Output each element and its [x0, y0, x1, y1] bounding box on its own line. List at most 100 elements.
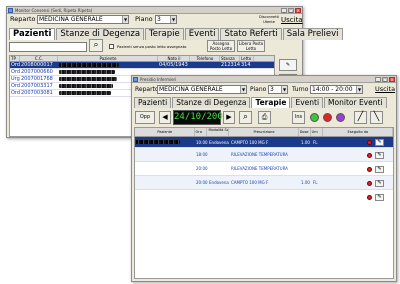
- piano-label: Piano: [250, 86, 267, 93]
- window-controls: _ □ ×: [375, 77, 395, 82]
- col-paziente: Paziente: [58, 56, 158, 61]
- chevron-down-icon: ▼: [170, 16, 176, 23]
- table-row[interactable]: Ord 2008000017 04/05/1943 212314 314: [10, 62, 274, 69]
- terapie-table: Paziente Ora Modalità Somministr. Prescr…: [134, 127, 394, 279]
- print-button[interactable]: ⎙: [258, 111, 271, 124]
- senza-letto-checkbox[interactable]: [109, 44, 114, 49]
- chevron-down-icon: ▼: [240, 86, 246, 93]
- table-row[interactable]: 18:00 RILEVAZIONE TEMPERATURA: [135, 148, 393, 162]
- tab-terapie[interactable]: Terapie: [251, 97, 291, 108]
- red-status-icon[interactable]: [367, 167, 372, 172]
- row-prescrizione: RILEVAZIONE TEMPERATURA: [231, 152, 288, 157]
- presidio-title: Presidio Infermieri: [140, 77, 177, 82]
- tab-stato-referti[interactable]: Stato Referti: [220, 28, 282, 40]
- row-dose: 1.00: [301, 180, 310, 185]
- piano-label: Piano: [135, 15, 153, 23]
- libera-letto-button[interactable]: Libera Posto Letto: [237, 40, 265, 52]
- table-row[interactable]: 20:00 Endovena CAMPTO 100 MG F 1.00 FL: [135, 176, 393, 190]
- row-cc: 2008000017: [21, 62, 53, 68]
- uscita-button[interactable]: Uscita: [375, 85, 395, 93]
- close-icon[interactable]: ×: [295, 8, 301, 13]
- piano-value: 3: [157, 16, 161, 23]
- disconnetti-button[interactable]: Disconnetti Utente: [257, 15, 281, 27]
- table-row[interactable]: 10:00 Endovena CAMPTO 100 MG F 1.00 FL: [135, 137, 393, 148]
- green-status-icon[interactable]: [310, 113, 319, 122]
- row-modalita: [208, 162, 230, 175]
- tab-pazienti[interactable]: Pazienti: [134, 97, 172, 108]
- search-input[interactable]: [9, 42, 87, 52]
- turno-label: Turno: [292, 86, 309, 93]
- maximize-icon[interactable]: □: [382, 77, 388, 82]
- monitor-title: Monitor Consensi (Sedi, Ripeta Ripeta): [15, 8, 93, 13]
- edit-row-button[interactable]: ✎: [375, 180, 384, 187]
- search-icon: ⌕: [242, 112, 249, 122]
- next-day-button[interactable]: ▶: [223, 111, 235, 124]
- pencil-edit-button[interactable]: ✎: [279, 59, 297, 71]
- reparto-value: MEDICINA GENERALE: [159, 86, 223, 93]
- patient-name-redacted: [59, 84, 113, 88]
- reparto-select[interactable]: MEDICINA GENERALE ▼: [37, 15, 129, 24]
- tab-eventi[interactable]: Eventi: [291, 97, 324, 108]
- tab-sala-prelievi[interactable]: Sala Prelievi: [282, 28, 343, 40]
- ins-button[interactable]: Ins: [292, 111, 305, 124]
- minimize-icon[interactable]: _: [375, 77, 381, 82]
- edit-row-button[interactable]: ✎: [375, 152, 384, 159]
- edit-row-button[interactable]: ✎: [375, 139, 384, 146]
- col-ora: Ora: [195, 128, 208, 136]
- search-button[interactable]: ⌕: [239, 111, 252, 124]
- opp-button[interactable]: Opp: [135, 111, 155, 124]
- red-status-icon[interactable]: [367, 181, 372, 186]
- tab-eventi[interactable]: Eventi: [184, 28, 220, 40]
- red-status-icon[interactable]: [367, 140, 372, 145]
- pencil-icon: ✎: [377, 152, 382, 158]
- reparto-select[interactable]: MEDICINA GENERALE ▼: [157, 85, 247, 94]
- uscita-button[interactable]: Uscita: [281, 16, 303, 24]
- row-ora: 20:00: [196, 166, 208, 171]
- printer-icon: ⎙: [261, 113, 268, 121]
- pencil-icon: ✎: [285, 62, 291, 68]
- row-um: FL: [313, 140, 318, 145]
- col-cc: C.C.: [20, 56, 58, 61]
- patient-name-redacted: [59, 63, 119, 67]
- row-prescrizione: CAMPTO 100 MG F: [231, 140, 269, 145]
- tab-pazienti[interactable]: Pazienti: [9, 28, 56, 40]
- tab-monitor-eventi[interactable]: Monitor Eventi: [324, 97, 387, 108]
- window-controls: _ □ ×: [281, 8, 301, 13]
- table-row[interactable]: 20:00 RILEVAZIONE TEMPERATURA: [135, 162, 393, 176]
- row-tp: Ord: [11, 69, 20, 75]
- line-tool-button[interactable]: ╱: [354, 111, 367, 124]
- turno-select[interactable]: 14:00 - 20:00 ▼: [310, 85, 363, 94]
- backslash-tool-button[interactable]: ╲: [370, 111, 383, 124]
- app-icon: [8, 8, 13, 13]
- prev-day-button[interactable]: ◀: [159, 111, 171, 124]
- row-prescrizione: CAMPTO 100 MG F: [231, 180, 269, 185]
- col-stanza: Stanza: [220, 56, 240, 61]
- col-um: Um: [311, 128, 323, 136]
- presidio-tabs: Pazienti Stanze di Degenza Terapie Event…: [134, 97, 388, 108]
- current-date: 24/10/2008: [173, 110, 228, 125]
- row-cc: 2007001768: [21, 76, 53, 82]
- piano-select[interactable]: 3 ▼: [155, 15, 177, 24]
- patient-name-redacted: [136, 140, 180, 144]
- reparto-label: Reparto: [135, 86, 159, 93]
- presidio-window: Presidio Infermieri _ □ × Reparto MEDICI…: [131, 75, 397, 282]
- app-icon: [133, 77, 138, 82]
- chevron-down-icon: ▼: [356, 86, 362, 93]
- piano-select[interactable]: 3 ▼: [268, 85, 288, 94]
- edit-row-button[interactable]: ✎: [375, 166, 384, 173]
- minimize-icon[interactable]: _: [281, 8, 287, 13]
- assegna-letto-button[interactable]: Assegna Posto Letto: [207, 40, 235, 52]
- red-status-icon[interactable]: [323, 113, 332, 122]
- edit-row-button[interactable]: ✎: [375, 194, 384, 201]
- red-status-icon[interactable]: [367, 153, 372, 158]
- arrow-right-icon: ▶: [226, 113, 232, 121]
- maximize-icon[interactable]: □: [288, 8, 294, 13]
- search-button[interactable]: ⌕: [89, 39, 103, 52]
- tab-terapie[interactable]: Terapie: [145, 28, 184, 40]
- turno-value: 14:00 - 20:00: [312, 86, 353, 93]
- red-status-icon[interactable]: [367, 195, 372, 200]
- tab-stanze[interactable]: Stanze di Degenza: [172, 97, 251, 108]
- purple-status-icon[interactable]: [336, 113, 345, 122]
- pencil-icon: ✎: [377, 166, 382, 172]
- close-icon[interactable]: ×: [389, 77, 395, 82]
